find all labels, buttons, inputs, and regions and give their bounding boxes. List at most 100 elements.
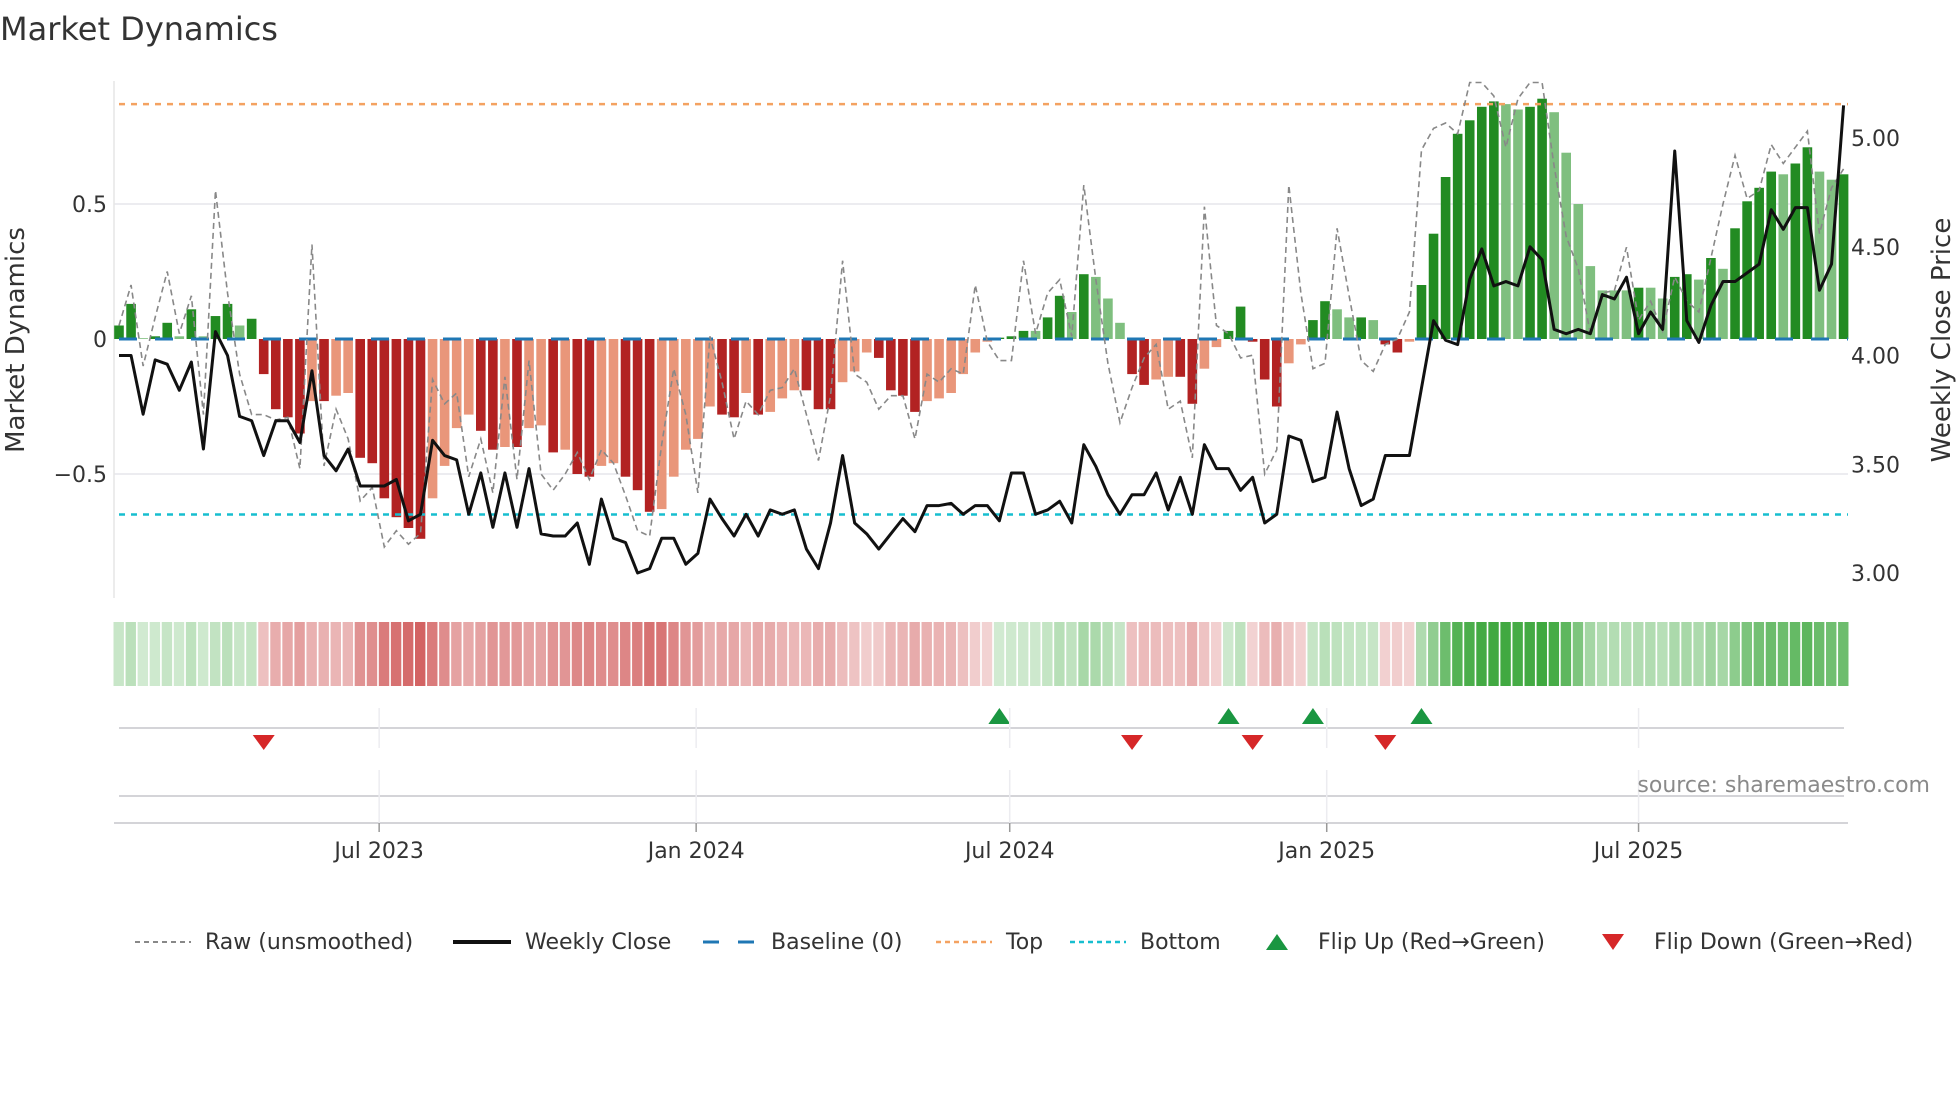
heatmap-cell (246, 622, 257, 686)
momentum-bar (1356, 317, 1366, 339)
heatmap-cell (1633, 622, 1644, 686)
heatmap-cell (981, 622, 993, 686)
momentum-bar (1802, 147, 1813, 339)
x-tick-label: Jan 2024 (646, 839, 745, 864)
chart-title: Market Dynamics (0, 10, 278, 48)
heatmap-cell (680, 622, 691, 686)
momentum-bar (536, 339, 546, 426)
y2-tick-label: 4.50 (1851, 236, 1900, 261)
heatmap-cell (921, 622, 932, 686)
momentum-bar (1042, 317, 1053, 339)
momentum-bar (813, 339, 824, 410)
heatmap-cell (1162, 622, 1174, 686)
momentum-bar (270, 339, 281, 410)
heatmap-cell (571, 622, 583, 686)
heatmap-cell (1018, 622, 1029, 686)
flip-down-marker (1374, 735, 1397, 750)
x-tick-label: Jul 2023 (332, 839, 424, 864)
momentum-bar (258, 339, 269, 375)
heatmap-cell (1765, 622, 1777, 686)
momentum-bar (1308, 320, 1318, 339)
heatmap-cell (1789, 622, 1801, 686)
heatmap-cell (1777, 622, 1789, 686)
legend-label: Flip Down (Green→Red) (1654, 929, 1914, 955)
heatmap-cell (583, 622, 595, 686)
momentum-bar (463, 339, 474, 415)
momentum-bar (837, 339, 848, 383)
legend-item-weekly-close[interactable]: Weekly Close (453, 922, 671, 962)
heatmap-cell (149, 622, 161, 686)
momentum-bar (1344, 317, 1354, 339)
momentum-bar (1199, 339, 1210, 369)
heatmap-cell (885, 622, 896, 686)
heatmap-cell (559, 622, 571, 686)
momentum-bar (741, 339, 751, 393)
momentum-bar (319, 339, 329, 402)
heatmap-cell (1271, 622, 1282, 686)
momentum-bar (898, 339, 908, 396)
heatmap-cell (1560, 622, 1572, 686)
momentum-bar (1669, 276, 1680, 339)
heatmap-cell (523, 622, 534, 686)
momentum-bar (524, 339, 534, 429)
heatmap-cell (668, 622, 679, 686)
legend-item-raw[interactable]: Raw (unsmoothed) (135, 922, 413, 962)
momentum-bar (1416, 285, 1427, 339)
momentum-bar (1091, 276, 1101, 339)
heatmap-cell (607, 622, 619, 686)
heatmap-cell (1488, 622, 1499, 686)
momentum-bar (548, 339, 558, 453)
heatmap-cell (1645, 622, 1656, 686)
momentum-bar (584, 339, 595, 477)
momentum-bar (560, 339, 571, 450)
legend-item-top[interactable]: Top (936, 922, 1043, 962)
heatmap-cell (1584, 622, 1596, 686)
momentum-bar (1452, 133, 1463, 339)
heatmap-cell (1090, 622, 1101, 686)
heatmap-cell (402, 622, 414, 686)
heatmap-cell (306, 622, 317, 686)
legend-item-flip-down[interactable]: Flip Down (Green→Red) (1600, 922, 1913, 962)
dotted-line-icon (1070, 940, 1126, 944)
x-tick-label: Jul 2025 (1592, 839, 1684, 864)
momentum-bar (1103, 298, 1113, 339)
heatmap-cell (1138, 622, 1149, 686)
momentum-bar (777, 339, 788, 399)
momentum-bar (1332, 309, 1342, 339)
flip-down-marker (1241, 735, 1264, 750)
triangle-up-icon (1266, 934, 1288, 950)
momentum-bar (246, 318, 257, 339)
momentum-bar (367, 339, 378, 464)
legend-label: Raw (unsmoothed) (205, 929, 414, 955)
heatmap-cell (620, 622, 631, 686)
heatmap-cell (825, 622, 836, 686)
momentum-bar (910, 339, 920, 412)
legend-item-bottom[interactable]: Bottom (1070, 922, 1221, 962)
heatmap-cell (1235, 622, 1246, 686)
heatmap-cell (800, 622, 812, 686)
heatmap-cell (764, 622, 776, 686)
x-tick-label: Jan 2025 (1276, 839, 1375, 864)
heatmap-cell (1210, 622, 1222, 686)
heatmap-cell (1838, 622, 1849, 686)
momentum-bar (1513, 109, 1523, 339)
heatmap-cell (390, 622, 402, 686)
legend-item-flip-up[interactable]: Flip Up (Red→Green) (1264, 922, 1545, 962)
series-lines (118, 81, 1846, 575)
heatmap-cell (1476, 622, 1487, 686)
momentum-bar (126, 303, 136, 339)
heatmap-cell (342, 622, 354, 686)
heatmap-cell (740, 622, 752, 686)
momentum-bar (114, 325, 124, 339)
flip-up-marker (1217, 708, 1240, 724)
y-axis-title: Market Dynamics (1, 227, 31, 453)
y2-tick-label: 5.00 (1851, 127, 1900, 152)
legend-item-baseline[interactable]: Baseline (0) (703, 922, 902, 962)
heatmap-cell (547, 622, 559, 686)
momentum-bar (1404, 339, 1415, 342)
heatmap-cell (1247, 622, 1258, 686)
momentum-bar (608, 339, 619, 464)
heatmap-cell (1669, 622, 1680, 686)
heatmap-cell (282, 622, 293, 686)
heatmap-cell (945, 622, 957, 686)
